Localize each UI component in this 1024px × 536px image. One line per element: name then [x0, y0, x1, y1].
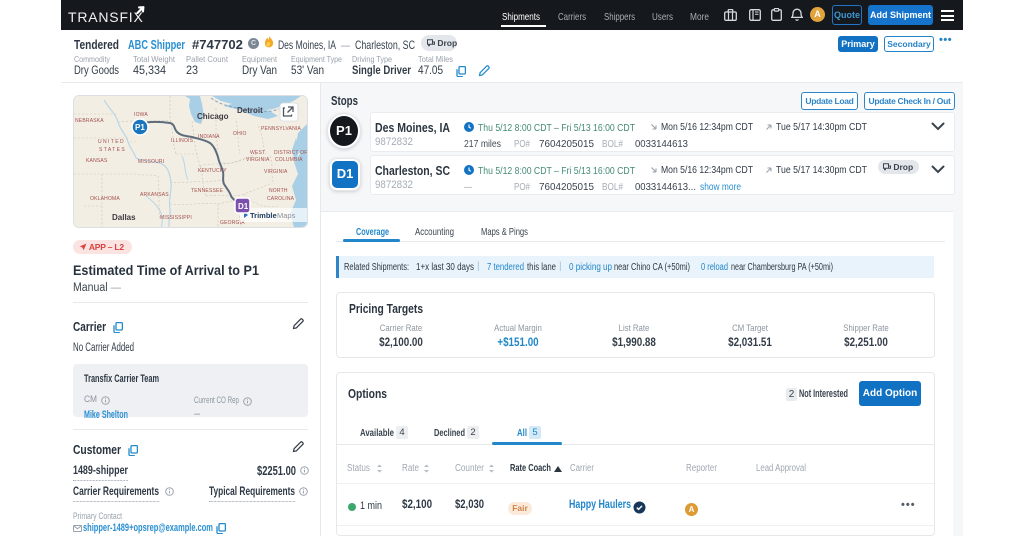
- svg-text:D1: D1: [238, 202, 249, 211]
- svg-text:KENTUCKY: KENTUCKY: [198, 168, 227, 174]
- svg-text:DISTRICT OF: DISTRICT OF: [274, 150, 307, 156]
- svg-text:TENNESSEE: TENNESSEE: [191, 188, 224, 194]
- svg-text:MISSISSIPPI: MISSISSIPPI: [160, 215, 192, 221]
- svg-text:COLUMBIA: COLUMBIA: [275, 157, 303, 163]
- svg-text:MISSOURI: MISSOURI: [138, 159, 164, 165]
- svg-text:IOWA: IOWA: [134, 112, 148, 118]
- svg-text:UNITED: UNITED: [98, 139, 125, 145]
- svg-text:Trimble: Trimble: [250, 211, 277, 220]
- svg-text:INDIANA: INDIANA: [198, 134, 220, 140]
- svg-text:Dallas: Dallas: [112, 213, 136, 222]
- svg-text:OKLAHOMA: OKLAHOMA: [90, 196, 120, 202]
- svg-text:VIRGINIA: VIRGINIA: [264, 169, 288, 175]
- svg-text:Chicago: Chicago: [197, 112, 229, 121]
- svg-text:KANSAS: KANSAS: [86, 158, 108, 164]
- svg-text:WEST: WEST: [250, 150, 265, 156]
- svg-text:ARKANSAS: ARKANSAS: [140, 192, 169, 198]
- svg-text:Maps: Maps: [277, 211, 296, 220]
- svg-text:CAROLINA: CAROLINA: [267, 196, 295, 202]
- svg-text:VIRGINIA: VIRGINIA: [246, 157, 270, 163]
- svg-text:P1: P1: [135, 123, 145, 132]
- svg-text:ILLINOIS: ILLINOIS: [171, 138, 194, 144]
- svg-text:NORTH: NORTH: [269, 188, 288, 194]
- svg-text:Detroit: Detroit: [237, 106, 263, 115]
- svg-text:OHIO: OHIO: [233, 131, 247, 137]
- svg-text:PENNSYLVANIA: PENNSYLVANIA: [261, 126, 301, 132]
- svg-text:STATES: STATES: [99, 147, 126, 153]
- svg-text:NEBRASKA: NEBRASKA: [75, 118, 104, 124]
